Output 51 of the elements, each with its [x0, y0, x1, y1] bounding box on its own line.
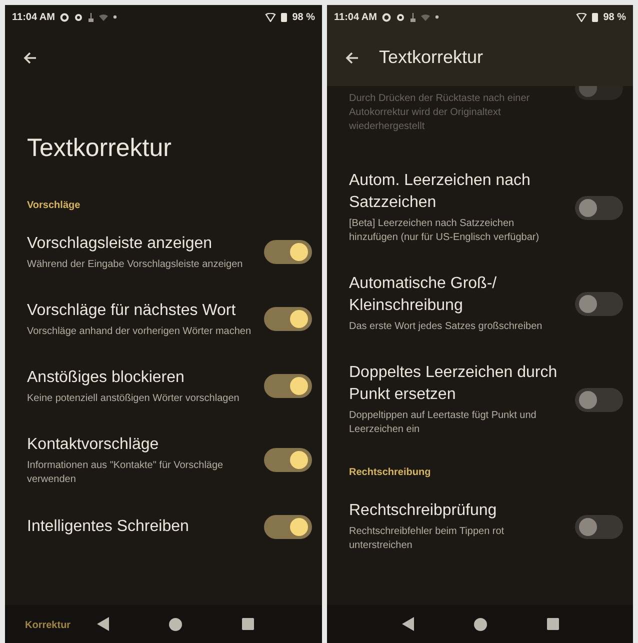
setting-description: Das erste Wort jedes Satzes großschreiben: [349, 320, 544, 334]
setting-title: Intelligentes Schreiben: [27, 516, 190, 536]
toggle-switch[interactable]: [575, 388, 623, 412]
toggle-switch[interactable]: [575, 514, 623, 538]
signal-icon: [98, 14, 108, 20]
section-header: Vorschläge: [26, 198, 82, 212]
toggle-switch[interactable]: [264, 374, 312, 398]
battery-icon: [592, 12, 598, 22]
setting-description: Rechtschreibfehler beim Tippen rot unterstreichen: [349, 525, 506, 553]
dot-icon: [434, 15, 439, 19]
status-time: 11:04 AM: [334, 10, 377, 24]
setting-title: Kontaktvorschläge: [27, 434, 160, 454]
setting-title: Vorschlagsleiste anzeigen: [27, 234, 214, 254]
toggle-switch[interactable]: [264, 514, 312, 538]
toggle-switch[interactable]: [264, 448, 312, 472]
page-title: Textkorrektur: [26, 133, 172, 164]
setting-title: Doppeltes Leerzeichen durch Punkt ersetzen: [349, 363, 558, 405]
setting-description: [Beta] Leerzeichen nach Satzzeichen hinzufügen (nur für US-Englisch verfügbar): [349, 217, 540, 245]
toggle-switch[interactable]: [575, 292, 623, 316]
toggle-switch[interactable]: [264, 240, 312, 264]
wifi-icon: [576, 12, 588, 22]
setting-title: Vorschläge für nächstes Wort: [27, 300, 237, 320]
setting-description: Vorschläge anhand der vorherigen Wörter machen: [27, 324, 252, 338]
back-arrow-icon[interactable]: [22, 50, 38, 66]
section-header: Korrektur: [25, 619, 71, 633]
dot-icon: [112, 15, 117, 19]
setting-description: Informationen aus "Kontakte" für Vorschläge verwenden: [27, 458, 224, 486]
section-header: Rechtschreibung: [348, 466, 432, 480]
setting-title: Anstößiges blockieren: [27, 368, 186, 388]
battery-percentage: 98 %: [603, 10, 626, 24]
battery-percentage: 98 %: [292, 10, 315, 24]
back-arrow-icon[interactable]: [344, 50, 360, 66]
toggle-switch[interactable]: [575, 196, 623, 220]
setting-title: Rechtschreibprüfung: [349, 501, 498, 521]
battery-icon: [281, 12, 288, 22]
status-time: 11:04 AM: [12, 10, 55, 24]
app-bar-title: Textkorrektur: [379, 46, 484, 69]
home-circle-icon[interactable]: [169, 618, 182, 630]
setting-description: Doppeltippen auf Leertaste fügt Punkt und Leerzeichen ein: [349, 409, 538, 437]
setting-title: Automatische Groß-/ Kleinschreibung: [349, 274, 498, 316]
overview-square-icon[interactable]: [546, 618, 558, 630]
wifi-icon: [265, 12, 276, 22]
signal-icon: [420, 14, 430, 20]
back-triangle-icon[interactable]: [97, 617, 109, 631]
setting-description: Während der Eingabe Vorschlagsleiste anzeigen: [27, 258, 244, 272]
home-circle-icon[interactable]: [474, 618, 486, 630]
setting-description: Durch Drücken der Rücktaste nach einer Autokorrektur wird der Originaltext wiederhergestellt: [349, 92, 531, 134]
setting-description: Keine potenziell anstößigen Wörter vorschlagen: [27, 392, 240, 406]
setting-title: Autom. Leerzeichen nach Satzzeichen: [349, 171, 532, 213]
back-triangle-icon[interactable]: [402, 617, 414, 631]
toggle-switch[interactable]: [264, 307, 312, 331]
